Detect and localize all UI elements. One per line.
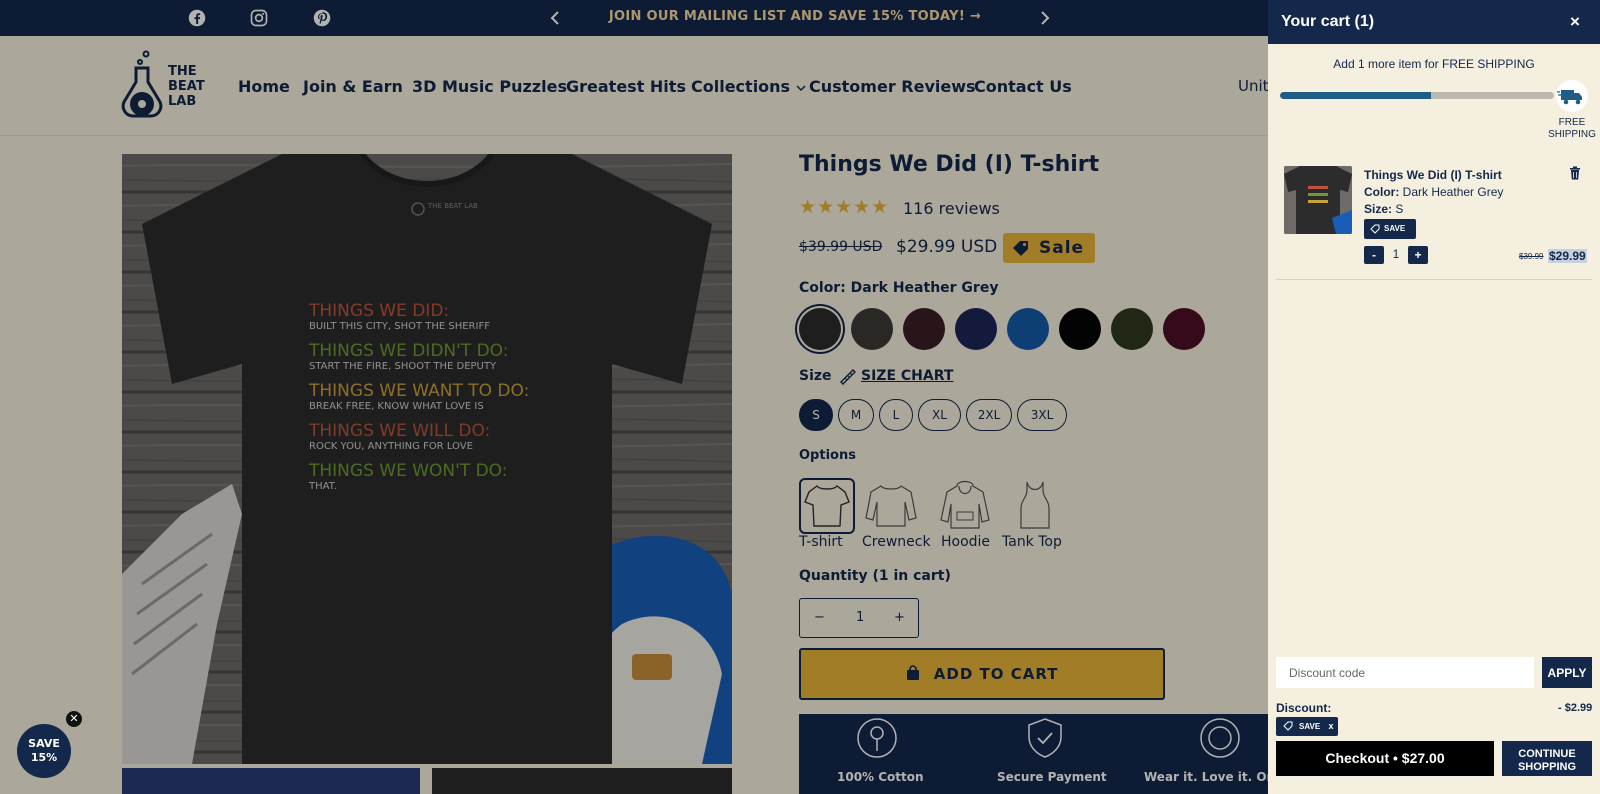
cart-qty-value[interactable]: 1 <box>1390 247 1402 261</box>
checkout-button[interactable]: Checkout • $27.00 <box>1276 741 1494 776</box>
drawer-backdrop[interactable] <box>0 0 1268 794</box>
tag-icon <box>1283 721 1293 731</box>
cart-close-button[interactable]: × <box>1570 12 1580 32</box>
cart-item-size-key: Size: <box>1364 202 1393 216</box>
cart-item-color-key: Color: <box>1364 185 1400 199</box>
cart-qty-plus-button[interactable]: + <box>1408 246 1428 264</box>
cart-item-color-value: Dark Heather Grey <box>1402 185 1504 199</box>
trash-icon[interactable] <box>1569 166 1581 180</box>
cart-item-save-tag: SAVE <box>1364 219 1416 239</box>
shipping-progress-fill <box>1280 92 1431 99</box>
cart-header: Your cart (1) × <box>1268 0 1600 44</box>
discount-remove-button[interactable]: x <box>1328 721 1333 731</box>
continue-shopping-button[interactable]: CONTINUE SHOPPING <box>1502 741 1592 776</box>
truck-icon <box>1556 80 1588 112</box>
discount-amount: - $2.99 <box>1558 702 1593 714</box>
cart-title: Your cart (1) <box>1281 13 1375 30</box>
cart-item-color: Color: Dark Heather Grey <box>1364 185 1503 199</box>
discount-code-input[interactable] <box>1276 657 1534 688</box>
cart-item-image[interactable] <box>1284 166 1352 234</box>
cart-drawer: Your cart (1) × Add 1 more item for FREE… <box>1268 0 1600 794</box>
cart-item-price: $29.99 <box>1548 249 1587 263</box>
close-icon[interactable]: ✕ <box>66 711 82 727</box>
shipping-message: Add 1 more item for FREE SHIPPING <box>1333 57 1535 71</box>
cart-qty-minus-button[interactable]: - <box>1364 246 1384 264</box>
save-popup-line: 15% <box>30 751 58 764</box>
cart-item-size: Size: S <box>1364 202 1403 216</box>
cart-item-name[interactable]: Things We Did (I) T-shirt <box>1364 168 1502 182</box>
tag-icon <box>1370 224 1380 234</box>
save-popup-button[interactable]: SAVE 15% <box>17 724 71 778</box>
save-popup-line: SAVE <box>28 737 60 750</box>
free-shipping-label: FREE SHIPPING <box>1548 117 1596 140</box>
shipping-progress-bar <box>1280 92 1554 99</box>
discount-tag-label: SAVE <box>1299 722 1321 731</box>
discount-tag: SAVE x <box>1276 717 1338 736</box>
cart-item-size-value: S <box>1395 202 1404 216</box>
cart-item-save-label: SAVE <box>1384 224 1406 233</box>
cart-item-compare-price: $39.99 <box>1519 252 1544 261</box>
discount-label: Discount: <box>1276 701 1332 715</box>
apply-discount-button[interactable]: APPLY <box>1542 657 1592 688</box>
divider <box>1276 279 1592 280</box>
